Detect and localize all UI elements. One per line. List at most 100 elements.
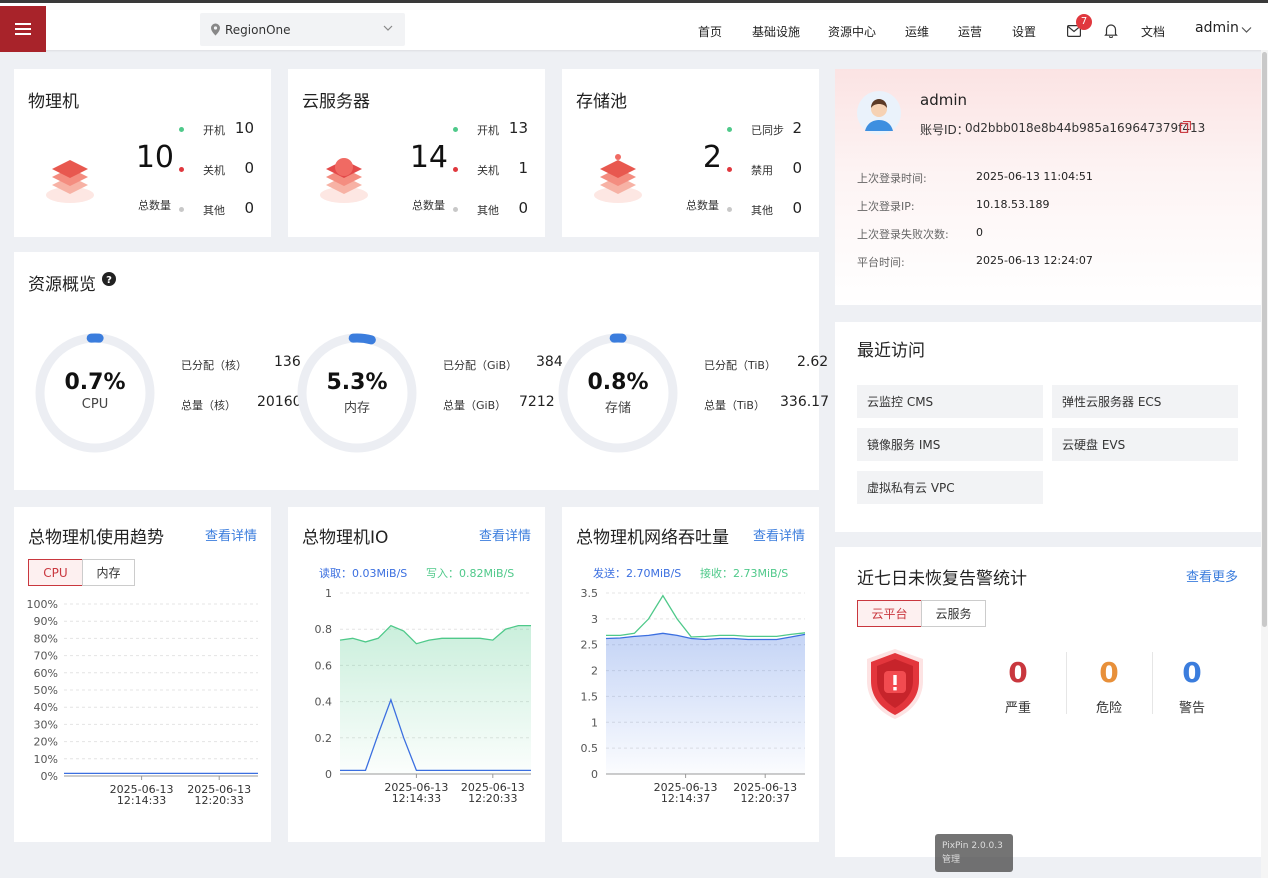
divider: [1152, 652, 1153, 714]
summary-total: 10: [135, 140, 174, 175]
summary-card[interactable]: 存储池 2 总数量 已同步 2 禁用 0 其他 0: [562, 69, 819, 237]
chart-title: 总物理机网络吞吐量: [576, 528, 729, 548]
mail-badge: 7: [1076, 14, 1092, 30]
scrollbar-thumb[interactable]: [1262, 52, 1267, 627]
total-label: 总量（TiB）: [704, 399, 765, 412]
summary-stat-value: 10: [234, 119, 254, 137]
alerts-title: 近七日未恢复告警统计: [857, 569, 1027, 589]
recent-title: 最近访问: [857, 341, 925, 361]
recent-item[interactable]: 镜像服务 IMS: [857, 428, 1043, 461]
profile-info-label: 上次登录IP:: [857, 200, 915, 213]
top-bar: RegionOne 首页 基础设施 资源中心 运维 运营 设置 7 文档 adm…: [0, 0, 1268, 52]
chart-detail-link[interactable]: 查看详情: [479, 525, 531, 544]
alert-label: 严重: [1004, 701, 1031, 716]
chart-card: 总物理机网络吞吐量 查看详情 发送：2.70MiB/S 接收：2.73MiB/S: [562, 507, 819, 842]
summary-stat-value: 0: [244, 199, 254, 217]
legend-item: 写入：0.82MiB/S: [426, 567, 515, 580]
alert-label: 警告: [1178, 701, 1205, 716]
avatar: [857, 91, 901, 135]
recent-item[interactable]: 弹性云服务器 ECS: [1052, 385, 1238, 418]
resource-overview-card: 资源概览 ? 0.7% CPU 已分配（核） 总量（核） 136 20160 5.3% 内存已…: [14, 252, 829, 490]
watermark-line: PixPin 2.0.0.3: [942, 841, 1003, 851]
region-label: RegionOne: [225, 22, 291, 37]
chart-detail-link[interactable]: 查看详情: [205, 525, 257, 544]
profile-info-value: 2025-06-13 12:24:07: [976, 254, 1093, 267]
status-dot: [727, 207, 732, 212]
status-dot: [179, 167, 184, 172]
profile-info-value: 0: [976, 226, 983, 239]
nav-ops[interactable]: 运维: [905, 23, 929, 40]
allocated-label: 已分配（TiB）: [704, 359, 776, 372]
recent-item[interactable]: 虚拟私有云 VPC: [857, 471, 1043, 504]
chart-detail-link[interactable]: 查看详情: [753, 525, 805, 544]
copy-icon[interactable]: [1180, 121, 1191, 133]
total-label: 总量（GiB）: [443, 399, 507, 412]
total-value: 7212: [519, 394, 555, 410]
status-dot: [453, 207, 458, 212]
status-dot: [727, 167, 732, 172]
total-value: 336.17: [780, 394, 829, 410]
divider: [1066, 652, 1067, 714]
profile-name: admin: [920, 91, 967, 109]
alerts-more-link[interactable]: 查看更多: [1186, 566, 1238, 585]
summary-card[interactable]: 物理机 10 总数量 开机 10 关机 0 其他 0: [14, 69, 271, 237]
docs-link[interactable]: 文档: [1141, 23, 1165, 40]
profile-info-value: 2025-06-13 11:04:51: [976, 170, 1093, 183]
profile-info-label: 上次登录失败次数:: [857, 228, 949, 241]
usage-gauge: [35, 333, 155, 453]
resource-overview-title: 资源概览: [28, 275, 96, 295]
region-select[interactable]: RegionOne: [200, 13, 405, 46]
tab-cloud-service[interactable]: 云服务: [921, 600, 986, 627]
summary-total-label: 总数量: [412, 199, 445, 212]
allocated-label: 已分配（核）: [181, 359, 247, 372]
nav-settings[interactable]: 设置: [1012, 23, 1036, 40]
status-dot: [453, 127, 458, 132]
profile-info-value: 10.18.53.189: [976, 198, 1050, 211]
svg-text:?: ?: [106, 275, 112, 286]
user-menu[interactable]: admin: [1195, 20, 1239, 36]
summary-total-label: 总数量: [138, 199, 171, 212]
account-label: 账号ID：: [920, 123, 969, 137]
nav-operations[interactable]: 运营: [958, 23, 982, 40]
summary-stat-value: 0: [792, 159, 802, 177]
location-pin-icon: [211, 23, 220, 36]
summary-stat-value: 0: [518, 199, 528, 217]
chart-title: 总物理机IO: [302, 528, 389, 548]
legend-item: 发送：2.70MiB/S: [593, 567, 682, 580]
summary-total-label: 总数量: [686, 199, 719, 212]
allocated-value: 2.62: [797, 354, 829, 370]
bell-icon[interactable]: [1104, 23, 1118, 38]
summary-stat-value: 13: [508, 119, 528, 137]
chevron-down-icon[interactable]: [1241, 26, 1252, 34]
profile-info-label: 平台时间:: [857, 256, 905, 269]
nav-home[interactable]: 首页: [698, 23, 722, 40]
recent-item[interactable]: 云监控 CMS: [857, 385, 1043, 418]
alert-count: 0: [1182, 656, 1202, 689]
nav-infrastructure[interactable]: 基础设施: [752, 23, 800, 40]
nav-resource-center[interactable]: 资源中心: [828, 23, 876, 40]
alert-label: 危险: [1095, 701, 1122, 716]
status-dot: [179, 207, 184, 212]
summary-card[interactable]: 云服务器 14 总数量 开机 13 关机 1 其他 0: [288, 69, 545, 237]
account-id: 0d2bbb018e8b44b985a169647379f413: [965, 121, 1206, 135]
chart-card: 总物理机IO 查看详情读取：0.03MiB/S 写入：0.82MiB/S: [288, 507, 545, 842]
summary-stat-value: 1: [518, 159, 528, 177]
menu-icon[interactable]: [0, 6, 46, 52]
tab-memory[interactable]: 内存: [82, 559, 135, 586]
chart-card: 总物理机使用趋势 查看详情 CPU 内存: [14, 507, 271, 842]
profile-info-label: 上次登录时间:: [857, 172, 927, 185]
summary-stat-value: 0: [244, 159, 254, 177]
help-icon[interactable]: ?: [102, 272, 116, 286]
summary-card-title: 存储池: [576, 92, 627, 112]
legend-item: 读取：0.03MiB/S: [319, 567, 408, 580]
recent-item[interactable]: 云硬盘 EVS: [1052, 428, 1238, 461]
alert-count: 0: [1099, 656, 1119, 689]
status-dot: [453, 167, 458, 172]
scrollbar[interactable]: [1261, 50, 1268, 878]
status-dot: [179, 127, 184, 132]
summary-stat-value: 0: [792, 199, 802, 217]
tab-cloud-platform[interactable]: 云平台: [857, 600, 922, 627]
tab-cpu[interactable]: CPU: [28, 559, 83, 586]
alert-count: 0: [1008, 656, 1028, 689]
status-dot: [727, 127, 732, 132]
